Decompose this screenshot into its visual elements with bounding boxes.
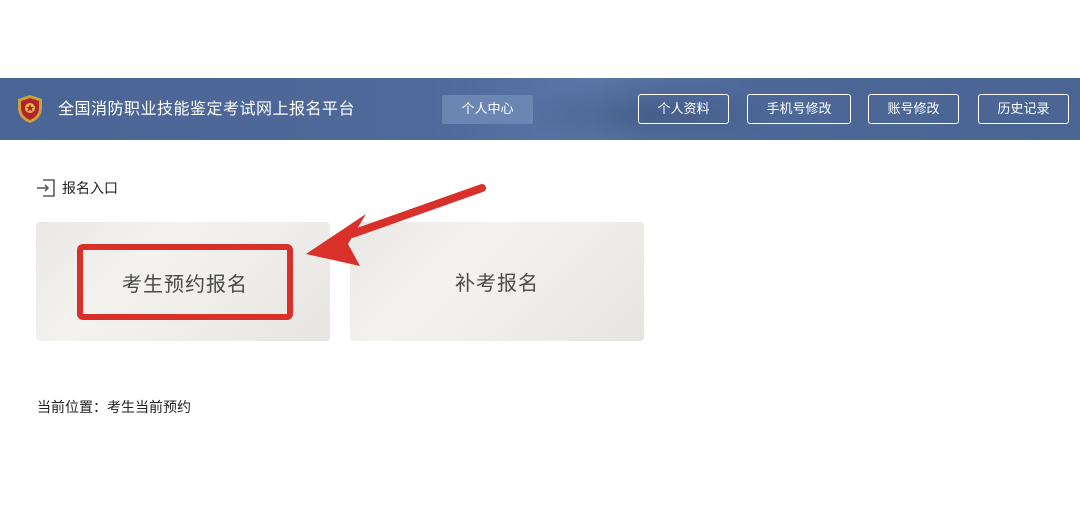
- tab-personal-center[interactable]: 个人中心: [442, 95, 533, 124]
- card-label: 考生预约报名: [122, 272, 248, 296]
- profile-button[interactable]: 个人资料: [638, 94, 729, 124]
- change-account-button[interactable]: 账号修改: [868, 94, 959, 124]
- section-label: 报名入口: [62, 181, 118, 197]
- fire-rescue-emblem-icon: [18, 95, 42, 123]
- breadcrumb: 当前位置：考生当前预约: [37, 400, 191, 416]
- exam-appointment-card[interactable]: 考生预约报名: [36, 222, 330, 341]
- entry-login-icon: [37, 179, 55, 197]
- history-button[interactable]: 历史记录: [978, 94, 1069, 124]
- card-label: 补考报名: [455, 271, 539, 295]
- change-phone-button[interactable]: 手机号修改: [747, 94, 851, 124]
- site-title: 全国消防职业技能鉴定考试网上报名平台: [58, 99, 356, 118]
- retake-exam-card[interactable]: 补考报名: [350, 222, 644, 341]
- section-header: 报名入口: [36, 177, 118, 199]
- page: 全国消防职业技能鉴定考试网上报名平台 个人中心 个人资料 手机号修改 账号修改 …: [0, 0, 1080, 510]
